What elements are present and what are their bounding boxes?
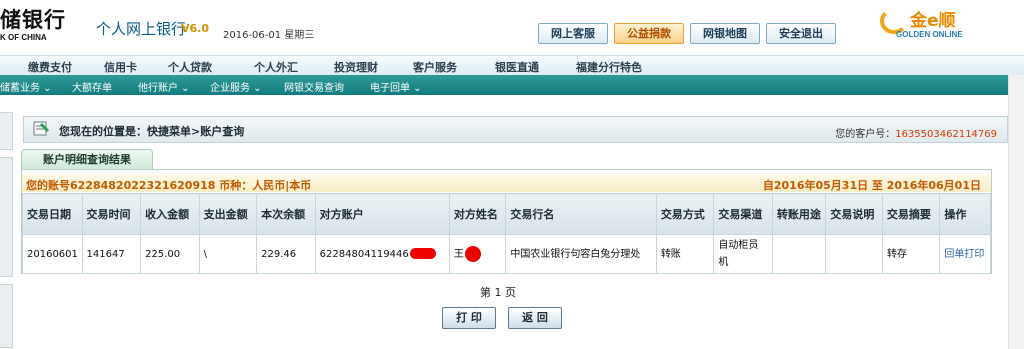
- golden-online-logo: 金e顺 GOLDEN ONLINE: [880, 6, 1020, 46]
- cell-expense: \: [198, 234, 258, 274]
- cell-balance: 229.46: [256, 234, 316, 274]
- cell-bank-name: 中国农业银行句容白兔分理处: [505, 234, 657, 274]
- col-balance: 本次余额: [256, 193, 316, 235]
- subnav-other-bank[interactable]: 他行账户 ⌄: [138, 79, 190, 94]
- tab-detail-result[interactable]: 账户明细查询结果: [21, 149, 153, 169]
- sub-nav: 储蓄业务 ⌄ 大额存单 他行账户 ⌄ 企业服务 ⌄ 网银交易查询 电子回单 ⌄: [0, 75, 1009, 95]
- app-title: 个人网上银行: [96, 20, 187, 38]
- redaction-mark: [409, 248, 436, 259]
- nav-investment[interactable]: 投资理财: [334, 59, 378, 75]
- cell-channel: 自动柜员机: [713, 234, 773, 274]
- col-date: 交易日期: [22, 193, 83, 235]
- charity-donation-button[interactable]: 公益捐款: [614, 23, 684, 44]
- location-icon: [33, 121, 49, 136]
- breadcrumb: 您现在的位置是：快捷菜单>账户查询: [59, 125, 245, 138]
- col-summary: 交易摘要: [881, 193, 941, 235]
- subnav-e-receipt[interactable]: 电子回单 ⌄: [370, 79, 422, 94]
- vertical-scrollbar[interactable]: [1008, 75, 1024, 349]
- logo-text: 金e顺: [910, 11, 956, 31]
- side-panel-tab[interactable]: [0, 157, 13, 277]
- account-bar: 您的账号6228482022321620918 币种：人民币|本币 自2016年…: [22, 174, 991, 192]
- col-purpose: 转账用途: [771, 193, 827, 235]
- header: 储银行 K OF CHINA 个人网上银行 V6.0 2016-06-01 星期…: [0, 0, 1024, 52]
- col-channel: 交易渠道: [713, 193, 773, 235]
- side-bottom-tab[interactable]: [0, 284, 13, 348]
- online-service-button[interactable]: 网上客服: [538, 23, 608, 44]
- date-range: 自2016年05月31日 至 2016年06月01日: [762, 179, 981, 192]
- table-header-row: 交易日期 交易时间 收入金额 支出金额 本次余额 对方账户 对方姓名 交易行名 …: [22, 193, 991, 235]
- print-button[interactable]: 打 印: [442, 307, 496, 329]
- col-peer-account: 对方账户: [314, 193, 450, 235]
- result-panel: 您的账号6228482022321620918 币种：人民币|本币 自2016年…: [21, 169, 992, 274]
- nav-customer-service[interactable]: 客户服务: [413, 59, 457, 75]
- transaction-table: 交易日期 交易时间 收入金额 支出金额 本次余额 对方账户 对方姓名 交易行名 …: [22, 193, 991, 274]
- col-method: 交易方式: [655, 193, 715, 235]
- header-date: 2016-06-01 星期三: [223, 30, 315, 41]
- bank-sub: K OF CHINA: [0, 33, 47, 42]
- nav-personal-loan[interactable]: 个人贷款: [168, 59, 212, 75]
- cell-peer-account: 62284804119446: [314, 234, 450, 274]
- cell-time: 141647: [81, 234, 142, 274]
- cell-peer-name: 王: [448, 234, 507, 274]
- cell-purpose: [771, 234, 827, 274]
- main-nav: 缴费支付 信用卡 个人贷款 个人外汇 投资理财 客户服务 银医直通 福建分行特色: [0, 55, 1024, 75]
- nav-payment[interactable]: 缴费支付: [28, 59, 72, 75]
- col-expense: 支出金额: [198, 193, 258, 235]
- safe-exit-button[interactable]: 安全退出: [766, 23, 836, 44]
- subnav-transaction-query[interactable]: 网银交易查询: [284, 79, 344, 94]
- nav-credit-card[interactable]: 信用卡: [104, 59, 137, 75]
- page-indicator: 第 1 页: [480, 286, 516, 299]
- col-time: 交易时间: [81, 193, 142, 235]
- col-note: 交易说明: [825, 193, 883, 235]
- app-version: V6.0: [181, 22, 209, 35]
- nav-medical[interactable]: 银医直通: [495, 59, 539, 75]
- print-receipt-link[interactable]: 回单打印: [939, 234, 991, 274]
- subnav-enterprise[interactable]: 企业服务 ⌄: [210, 79, 262, 94]
- subnav-savings[interactable]: 储蓄业务 ⌄: [0, 79, 52, 94]
- col-income: 收入金额: [140, 193, 200, 235]
- nav-fujian-branch[interactable]: 福建分行特色: [576, 59, 642, 75]
- logo-sub: GOLDEN ONLINE: [896, 30, 963, 39]
- breadcrumb-bar: 您现在的位置是：快捷菜单>账户查询 您的客户号：1635503462114769: [23, 116, 1008, 143]
- cell-date: 20160601: [22, 234, 83, 274]
- col-bank-name: 交易行名: [505, 193, 657, 235]
- cell-note: [825, 234, 883, 274]
- customer-number: 您的客户号：1635503462114769: [835, 129, 997, 140]
- table-row: 20160601 141647 225.00 \ 229.46 62284804…: [22, 234, 991, 274]
- nav-forex[interactable]: 个人外汇: [254, 59, 298, 75]
- account-info: 您的账号6228482022321620918 币种：人民币|本币: [26, 179, 312, 192]
- bank-map-button[interactable]: 网银地图: [690, 23, 760, 44]
- cell-summary: 转存: [881, 234, 941, 274]
- cell-method: 转账: [655, 234, 715, 274]
- bank-name: 储银行: [0, 7, 66, 32]
- col-peer-name: 对方姓名: [448, 193, 507, 235]
- side-collapse-tab[interactable]: [0, 112, 13, 150]
- back-button[interactable]: 返 回: [508, 307, 562, 329]
- cell-income: 225.00: [140, 234, 200, 274]
- col-action: 操作: [939, 193, 991, 235]
- subnav-large-deposit[interactable]: 大额存单: [72, 79, 112, 94]
- redaction-mark: [464, 245, 481, 262]
